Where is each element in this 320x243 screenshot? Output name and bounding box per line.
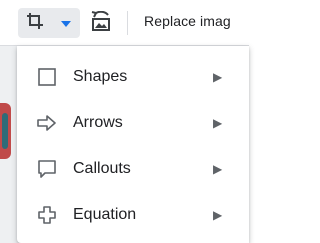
- menu-item-shapes[interactable]: Shapes ▶: [17, 54, 249, 100]
- replace-image-button[interactable]: Replace imag: [144, 13, 231, 29]
- canvas-image-edge: [0, 103, 11, 159]
- reset-image-icon: [90, 10, 112, 36]
- callout-bubble-icon: [35, 157, 59, 181]
- submenu-arrow-icon: ▶: [213, 162, 223, 176]
- arrow-right-outline-icon: [35, 111, 59, 135]
- insert-shape-menu: Shapes ▶ Arrows ▶ Callouts ▶ Equation ▶: [17, 46, 249, 243]
- caret-down-icon: [61, 14, 71, 32]
- crop-options-dropdown[interactable]: [52, 8, 80, 38]
- menu-item-callouts[interactable]: Callouts ▶: [17, 146, 249, 192]
- menu-item-arrows[interactable]: Arrows ▶: [17, 100, 249, 146]
- square-outline-icon: [35, 65, 59, 89]
- menu-item-label: Shapes: [73, 68, 128, 85]
- submenu-arrow-icon: ▶: [213, 116, 223, 130]
- cross-outline-icon: [35, 203, 59, 227]
- image-toolbar: Replace imag: [0, 0, 249, 46]
- toolbar-separator: [127, 11, 128, 35]
- reset-image-button[interactable]: [86, 8, 116, 38]
- menu-item-label: Equation: [73, 206, 137, 223]
- crop-button[interactable]: [18, 8, 52, 38]
- menu-item-label: Arrows: [73, 114, 123, 131]
- submenu-arrow-icon: ▶: [213, 208, 223, 222]
- crop-icon: [26, 12, 44, 35]
- menu-item-equation[interactable]: Equation ▶: [17, 192, 249, 238]
- submenu-arrow-icon: ▶: [213, 70, 223, 84]
- menu-item-label: Callouts: [73, 160, 131, 177]
